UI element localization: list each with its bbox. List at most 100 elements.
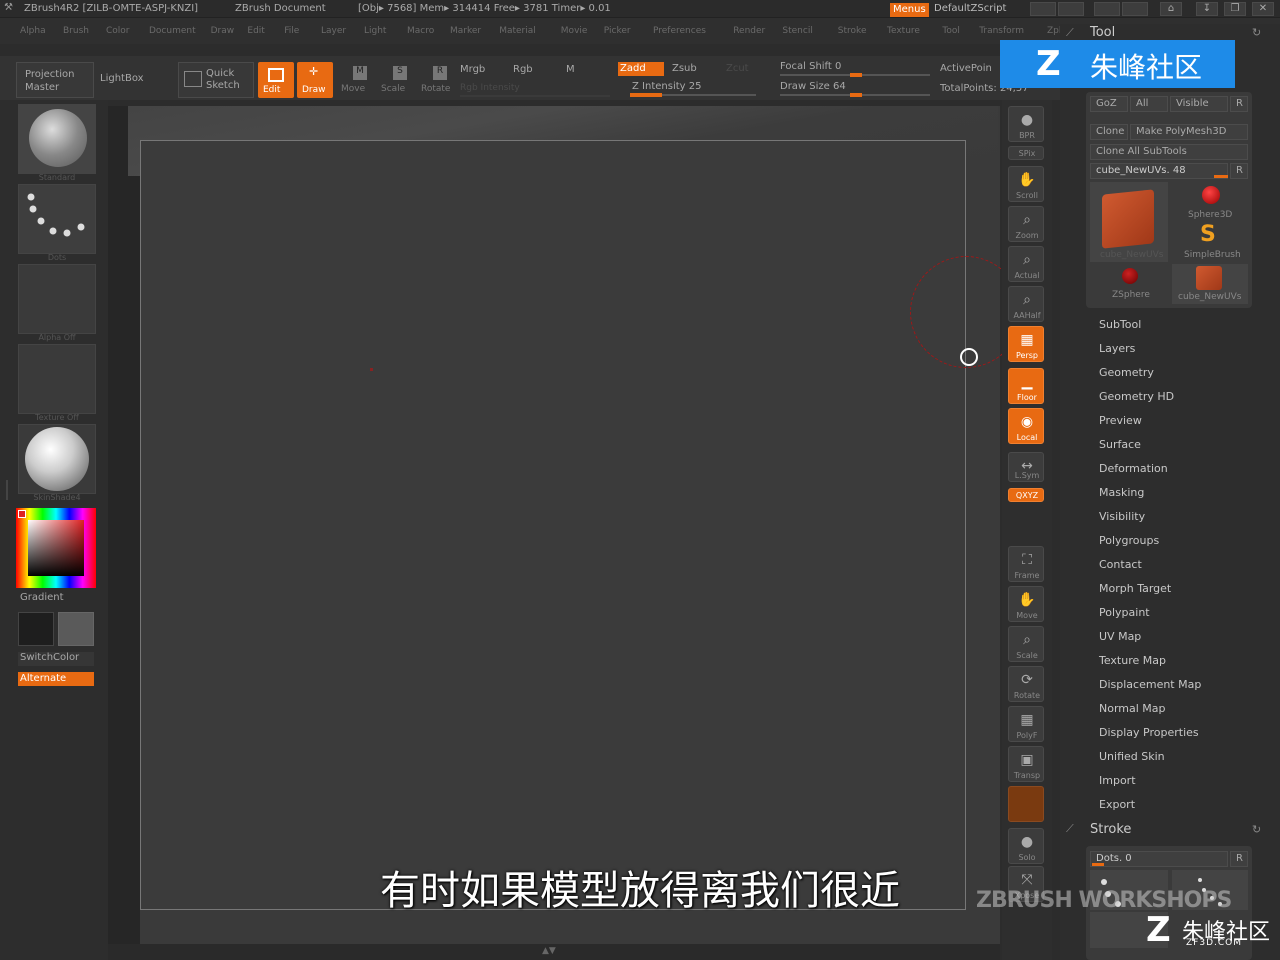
tool-menu-layers[interactable]: Layers [1099, 342, 1135, 355]
shelf-transp-button[interactable]: ▣ Transp [1008, 746, 1044, 782]
tool-thumb-sphere3d[interactable]: Sphere3D [1172, 182, 1248, 222]
menu-preferences[interactable]: Preferences [653, 26, 706, 36]
material-thumbnail[interactable] [18, 424, 96, 494]
menu-stencil[interactable]: Stencil [782, 26, 812, 36]
shelf-actual-button[interactable]: ⌕ Actual [1008, 246, 1044, 282]
shelf-ghost-button[interactable] [1008, 786, 1044, 822]
tool-menu-displacement-map[interactable]: Displacement Map [1099, 678, 1201, 691]
shelf-frame-button[interactable]: ⛶ Frame [1008, 546, 1044, 582]
tool-menu-export[interactable]: Export [1099, 798, 1135, 811]
menu-render[interactable]: Render [733, 26, 765, 36]
lock-icon[interactable]: ⌂ [1160, 2, 1182, 16]
stroke-reset-icon[interactable]: ↻ [1252, 823, 1261, 836]
tool-thumb-cube2[interactable]: cube_NewUVs [1172, 264, 1248, 304]
close-icon[interactable]: ✕ [1252, 2, 1274, 16]
menu-macro[interactable]: Macro [407, 26, 434, 36]
menu-material[interactable]: Material [499, 26, 536, 36]
stroke-thumbnail[interactable] [18, 184, 96, 254]
menu-alpha[interactable]: Alpha [20, 26, 46, 36]
clone-all-subtools-button[interactable]: Clone All SubTools [1090, 144, 1248, 160]
menu-tool[interactable]: Tool [942, 26, 959, 36]
tool-menu-normal-map[interactable]: Normal Map [1099, 702, 1166, 715]
tool-menu-import[interactable]: Import [1099, 774, 1136, 787]
edit-button[interactable]: Edit [258, 62, 294, 98]
alpha-thumbnail[interactable] [18, 264, 96, 334]
brush-thumbnail[interactable] [18, 104, 96, 174]
visible-button[interactable]: Visible [1170, 96, 1228, 112]
tool-menu-texture-map[interactable]: Texture Map [1099, 654, 1166, 667]
palette-button-3[interactable] [1094, 2, 1120, 16]
menu-picker[interactable]: Picker [604, 26, 631, 36]
tool-menu-deformation[interactable]: Deformation [1099, 462, 1168, 475]
menu-movie[interactable]: Movie [561, 26, 588, 36]
shelf-lsym-button[interactable]: ↔ L.Sym [1008, 452, 1044, 482]
color-saturation-square[interactable] [28, 520, 84, 576]
zadd-button[interactable]: Zadd [618, 62, 664, 76]
tool-thumb-zsphere[interactable]: ZSphere [1090, 264, 1168, 304]
menu-document[interactable]: Document [149, 26, 196, 36]
scale-button[interactable]: S Scale [380, 64, 412, 98]
palette-button-1[interactable] [1030, 2, 1056, 16]
lightbox-button[interactable]: LightBox [100, 73, 144, 84]
color-picker[interactable] [16, 508, 96, 588]
texture-thumbnail[interactable] [18, 344, 96, 414]
shelf-zoom-button[interactable]: ⌕ Zoom [1008, 206, 1044, 242]
secondary-color-swatch[interactable] [58, 612, 94, 646]
tool-menu-preview[interactable]: Preview [1099, 414, 1142, 427]
draw-size-slider[interactable]: Draw Size 64 [780, 81, 846, 92]
switchcolor-button[interactable]: SwitchColor [18, 652, 94, 666]
rgb-intensity-slider[interactable]: Rgb Intensity [460, 83, 520, 93]
palette-button-2[interactable] [1058, 2, 1084, 16]
restore-icon[interactable]: ❐ [1224, 2, 1246, 16]
rotate-button[interactable]: R Rotate [420, 64, 454, 98]
z-intensity-slider[interactable]: Z Intensity 25 [632, 81, 701, 92]
tool-menu-morph-target[interactable]: Morph Target [1099, 582, 1171, 595]
shelf-scale-button[interactable]: ⌕ Scale [1008, 626, 1044, 662]
shelf-bpr-button[interactable]: ● BPR [1008, 106, 1044, 142]
stroke-header[interactable]: ⟋ Stroke ↻ [1060, 820, 1280, 840]
zcut-button[interactable]: Zcut [726, 63, 749, 74]
current-tool-slider[interactable]: cube_NewUVs. 48 [1090, 163, 1228, 179]
zsub-button[interactable]: Zsub [672, 63, 697, 74]
palette-button-4[interactable] [1122, 2, 1148, 16]
rgb-button[interactable]: Rgb [513, 64, 533, 75]
shelf-polyf-button[interactable]: ▦ PolyF [1008, 706, 1044, 742]
tool-menu-polygroups[interactable]: Polygroups [1099, 534, 1159, 547]
shelf-persp-button[interactable]: ▦ Persp [1008, 326, 1044, 362]
r-button[interactable]: R [1230, 96, 1248, 112]
menu-draw[interactable]: Draw [211, 26, 235, 36]
current-tool-r-button[interactable]: R [1230, 163, 1248, 179]
gradient-label[interactable]: Gradient [20, 592, 64, 603]
shelf-rotate-button[interactable]: ⟳ Rotate [1008, 666, 1044, 702]
tool-menu-uv-map[interactable]: UV Map [1099, 630, 1141, 643]
tool-reset-icon[interactable]: ↻ [1252, 26, 1261, 39]
shelf-spix-button[interactable]: SPix [1008, 146, 1044, 160]
menu-layer[interactable]: Layer [321, 26, 346, 36]
shelf-qxyz-button[interactable]: QXYZ [1008, 488, 1044, 502]
goz-button[interactable]: GoZ [1090, 96, 1128, 112]
tool-menu-surface[interactable]: Surface [1099, 438, 1141, 451]
menu-marker[interactable]: Marker [450, 26, 481, 36]
minimize-icon[interactable]: ↧ [1196, 2, 1218, 16]
menu-transform[interactable]: Transform [979, 26, 1024, 36]
menu-stroke[interactable]: Stroke [838, 26, 867, 36]
tool-thumb-cube[interactable]: cube_NewUVs [1090, 182, 1168, 262]
draw-button[interactable]: ✛ Draw [297, 62, 333, 98]
projection-master-button[interactable]: Projection Master [16, 62, 94, 98]
menu-color[interactable]: Color [106, 26, 130, 36]
default-zscript-button[interactable]: DefaultZScript [934, 3, 1006, 14]
tool-thumb-simplebrush[interactable]: S SimpleBrush [1172, 222, 1248, 262]
shelf-local-button[interactable]: ◉ Local [1008, 408, 1044, 444]
m-button[interactable]: M [566, 64, 575, 75]
tool-menu-visibility[interactable]: Visibility [1099, 510, 1145, 523]
shelf-floor-button[interactable]: ▁ Floor [1008, 368, 1044, 404]
menus-button[interactable]: Menus [890, 3, 929, 17]
focal-shift-slider[interactable]: Focal Shift 0 [780, 61, 841, 72]
menu-light[interactable]: Light [364, 26, 386, 36]
tool-menu-geometry[interactable]: Geometry [1099, 366, 1154, 379]
tool-menu-contact[interactable]: Contact [1099, 558, 1142, 571]
menu-edit[interactable]: Edit [247, 26, 264, 36]
move-button[interactable]: M Move [340, 64, 372, 98]
shelf-scroll-button[interactable]: ✋ Scroll [1008, 166, 1044, 202]
tool-menu-polypaint[interactable]: Polypaint [1099, 606, 1150, 619]
